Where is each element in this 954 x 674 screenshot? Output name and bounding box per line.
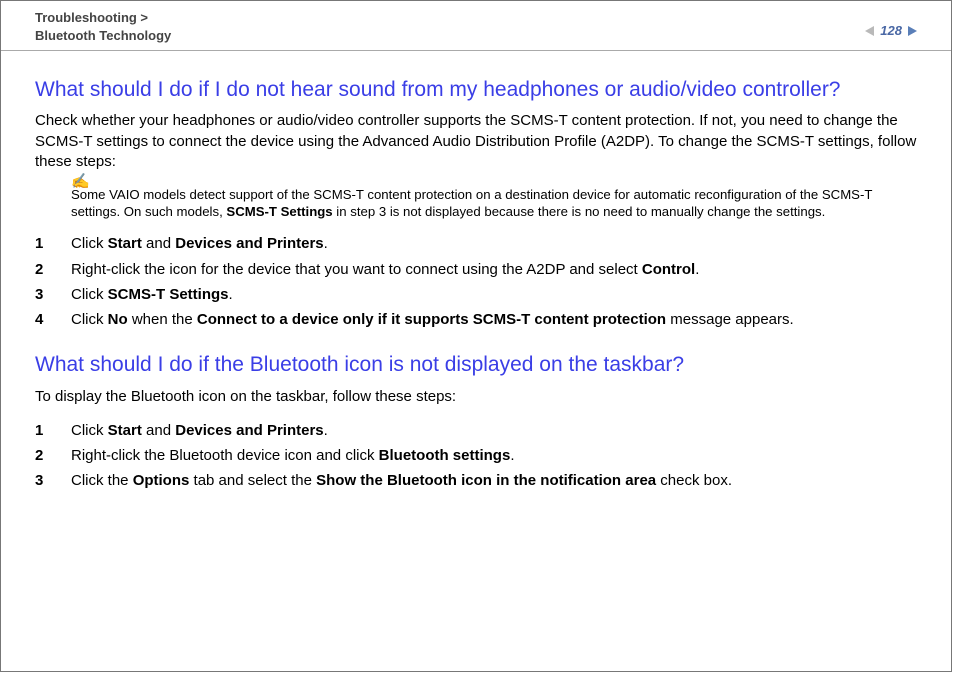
page-header: Troubleshooting > Bluetooth Technology 1… xyxy=(1,1,951,51)
breadcrumb: Troubleshooting > Bluetooth Technology xyxy=(35,9,171,44)
step-number: 4 xyxy=(35,310,71,330)
breadcrumb-line1: Troubleshooting > xyxy=(35,10,148,25)
section1-heading: What should I do if I do not hear sound … xyxy=(35,77,917,103)
page-number: 128 xyxy=(880,23,902,38)
step-number: 2 xyxy=(35,446,71,466)
step-text: Right-click the Bluetooth device icon an… xyxy=(71,446,515,466)
list-item: 1 Click Start and Devices and Printers. xyxy=(35,421,917,441)
page-content: What should I do if I do not hear sound … xyxy=(1,51,951,508)
page-number-nav: 128 xyxy=(865,9,917,38)
prev-page-arrow-icon[interactable] xyxy=(865,26,874,36)
list-item: 4 Click No when the Connect to a device … xyxy=(35,310,917,330)
step-number: 1 xyxy=(35,421,71,441)
step-number: 1 xyxy=(35,234,71,254)
step-number: 3 xyxy=(35,285,71,305)
step-text: Click Start and Devices and Printers. xyxy=(71,421,328,441)
step-text: Click SCMS-T Settings. xyxy=(71,285,233,305)
section1-steps: 1 Click Start and Devices and Printers. … xyxy=(35,234,917,330)
note-icon: ✍ xyxy=(71,172,90,192)
step-text: Click No when the Connect to a device on… xyxy=(71,310,794,330)
note-text-bold: SCMS-T Settings xyxy=(226,204,332,219)
step-text: Click the Options tab and select the Sho… xyxy=(71,471,732,491)
list-item: 3 Click SCMS-T Settings. xyxy=(35,285,917,305)
section2-steps: 1 Click Start and Devices and Printers. … xyxy=(35,421,917,492)
list-item: 3 Click the Options tab and select the S… xyxy=(35,471,917,491)
section1-intro: Check whether your headphones or audio/v… xyxy=(35,111,917,172)
step-number: 2 xyxy=(35,260,71,280)
list-item: 2 Right-click the Bluetooth device icon … xyxy=(35,446,917,466)
list-item: 1 Click Start and Devices and Printers. xyxy=(35,234,917,254)
breadcrumb-line2: Bluetooth Technology xyxy=(35,28,171,43)
list-item: 2 Right-click the icon for the device th… xyxy=(35,260,917,280)
section2-intro: To display the Bluetooth icon on the tas… xyxy=(35,387,917,407)
section2-heading: What should I do if the Bluetooth icon i… xyxy=(35,352,917,378)
step-text: Click Start and Devices and Printers. xyxy=(71,234,328,254)
section1-note: ✍ Some VAIO models detect support of the… xyxy=(71,186,917,220)
step-number: 3 xyxy=(35,471,71,491)
note-text-post: in step 3 is not displayed because there… xyxy=(333,204,826,219)
next-page-arrow-icon[interactable] xyxy=(908,26,917,36)
step-text: Right-click the icon for the device that… xyxy=(71,260,699,280)
document-page: Troubleshooting > Bluetooth Technology 1… xyxy=(0,0,952,672)
